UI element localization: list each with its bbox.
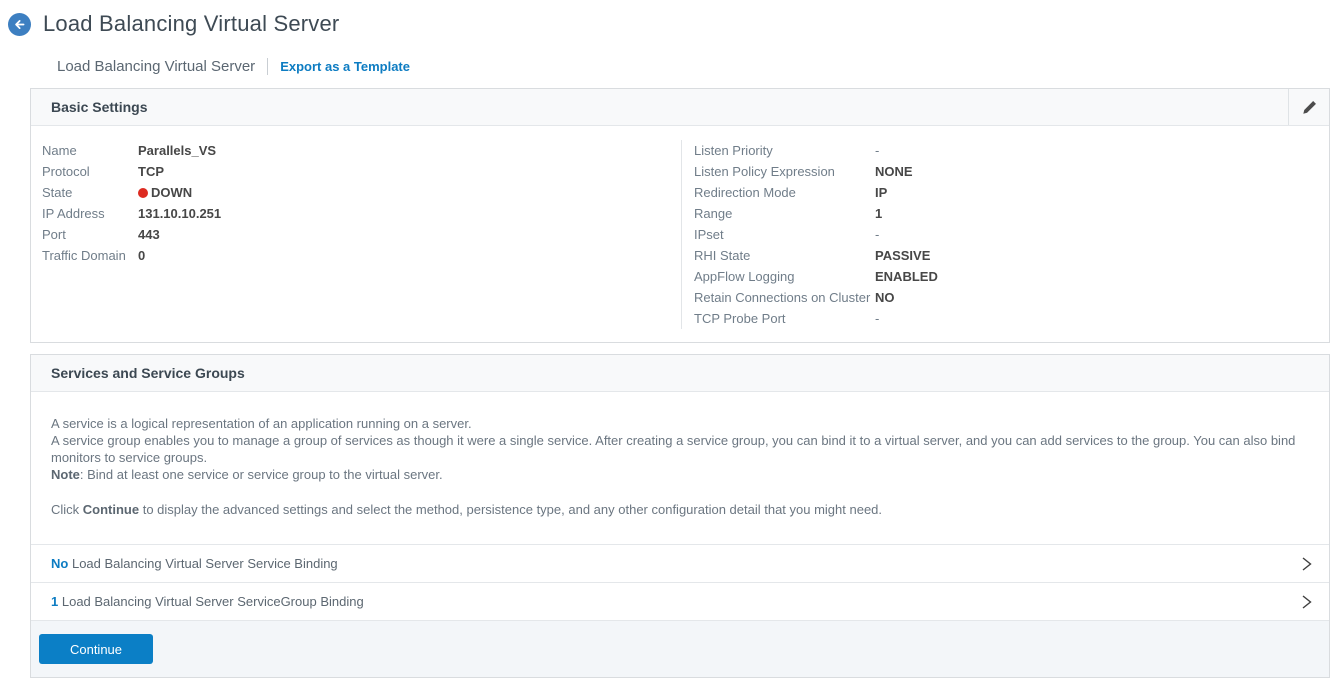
- services-title: Services and Service Groups: [51, 365, 245, 381]
- subheader-divider: [267, 58, 268, 75]
- field-listen-policy-expression: Listen Policy Expression NONE: [694, 161, 1329, 182]
- pencil-edit-icon: [1302, 100, 1317, 115]
- field-retain-connections-on-cluster: Retain Connections on Cluster NO: [694, 287, 1329, 308]
- chevron-right-icon: [1299, 594, 1313, 610]
- field-port: Port 443: [42, 224, 681, 245]
- field-rhi-state: RHI State PASSIVE: [694, 245, 1329, 266]
- field-redirection-mode: Redirection Mode IP: [694, 182, 1329, 203]
- subheader: Load Balancing Virtual Server Export as …: [57, 56, 1337, 76]
- state-value: DOWN: [151, 185, 192, 200]
- servicegroup-binding-count: 1: [51, 594, 58, 609]
- field-state: State DOWN: [42, 182, 681, 203]
- subheader-tab-label: Load Balancing Virtual Server: [57, 58, 255, 75]
- back-arrow-icon: [13, 18, 26, 31]
- basic-settings-right-column: Listen Priority - Listen Policy Expressi…: [681, 140, 1329, 329]
- export-as-template-link[interactable]: Export as a Template: [280, 59, 410, 74]
- field-ip-address: IP Address 131.10.10.251: [42, 203, 681, 224]
- page-title: Load Balancing Virtual Server: [43, 11, 339, 37]
- field-range: Range 1: [694, 203, 1329, 224]
- edit-basic-settings-button[interactable]: [1288, 89, 1329, 125]
- app-header: Load Balancing Virtual Server: [0, 0, 1337, 37]
- basic-settings-content: Name Parallels_VS Protocol TCP State DOW…: [31, 126, 1329, 342]
- basic-settings-header: Basic Settings: [31, 89, 1329, 126]
- service-binding-label: Load Balancing Virtual Server Service Bi…: [72, 556, 338, 571]
- services-click-continue-hint: Click Continue to display the advanced s…: [51, 501, 1309, 518]
- continue-button[interactable]: Continue: [39, 634, 153, 664]
- field-ipset: IPset -: [694, 224, 1329, 245]
- services-footer: Continue: [31, 620, 1329, 677]
- services-note: Note: Bind at least one service or servi…: [51, 466, 1309, 483]
- servicegroup-binding-row[interactable]: 1 Load Balancing Virtual Server ServiceG…: [31, 582, 1329, 620]
- field-listen-priority: Listen Priority -: [694, 140, 1329, 161]
- chevron-right-icon: [1299, 556, 1313, 572]
- field-protocol: Protocol TCP: [42, 161, 681, 182]
- back-button[interactable]: [8, 13, 31, 36]
- services-header: Services and Service Groups: [31, 355, 1329, 392]
- status-down-dot: [138, 188, 148, 198]
- field-traffic-domain: Traffic Domain 0: [42, 245, 681, 266]
- service-binding-row[interactable]: No Load Balancing Virtual Server Service…: [31, 544, 1329, 582]
- services-panel: Services and Service Groups A service is…: [30, 354, 1330, 678]
- services-description: A service is a logical representation of…: [31, 392, 1329, 544]
- service-binding-count: No: [51, 556, 68, 571]
- servicegroup-binding-label: Load Balancing Virtual Server ServiceGro…: [62, 594, 364, 609]
- field-appflow-logging: AppFlow Logging ENABLED: [694, 266, 1329, 287]
- services-description-line1: A service is a logical representation of…: [51, 415, 1309, 432]
- basic-settings-title: Basic Settings: [51, 99, 147, 115]
- services-description-line2: A service group enables you to manage a …: [51, 432, 1309, 466]
- basic-settings-panel: Basic Settings Name Parallels_VS Protoco…: [30, 88, 1330, 343]
- field-tcp-probe-port: TCP Probe Port -: [694, 308, 1329, 329]
- basic-settings-left-column: Name Parallels_VS Protocol TCP State DOW…: [31, 140, 681, 329]
- field-name: Name Parallels_VS: [42, 140, 681, 161]
